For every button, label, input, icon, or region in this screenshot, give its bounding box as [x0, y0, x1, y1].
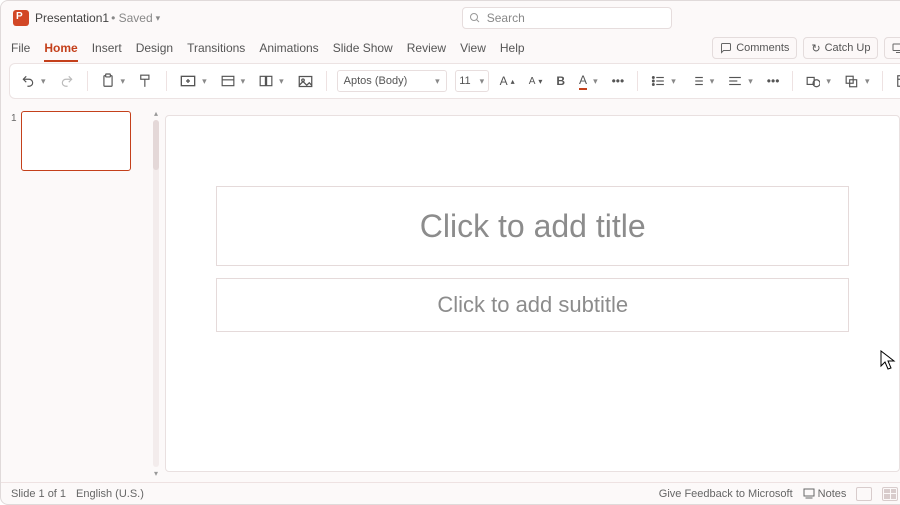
notes-label: Notes [818, 488, 847, 500]
search-icon [469, 12, 481, 24]
menu-bar: File Home Insert Design Transitions Anim… [1, 35, 900, 61]
slide-number: 1 [11, 113, 17, 124]
tab-slideshow[interactable]: Slide Show [333, 39, 393, 57]
section-button[interactable]: ▾ [256, 73, 287, 89]
tab-review[interactable]: Review [407, 39, 446, 57]
language-indicator[interactable]: English (U.S.) [76, 488, 144, 500]
save-state[interactable]: • Saved [111, 11, 153, 25]
sorter-view-button[interactable] [882, 487, 898, 501]
present-button[interactable]: Present▾ [884, 37, 900, 59]
slide-indicator[interactable]: Slide 1 of 1 [11, 488, 66, 500]
notes-button[interactable]: Notes [803, 488, 847, 500]
font-size: 11 [459, 75, 470, 87]
status-bar: Slide 1 of 1 English (U.S.) Give Feedbac… [1, 482, 900, 504]
tab-help[interactable]: Help [500, 39, 525, 57]
title-placeholder[interactable]: Click to add title [216, 186, 849, 266]
tab-file[interactable]: File [11, 39, 30, 57]
font-selector[interactable]: Aptos (Body)▾ [337, 70, 447, 92]
picture-button[interactable] [295, 73, 316, 90]
shapes-button[interactable]: ▾ [803, 73, 834, 90]
tab-design[interactable]: Design [136, 39, 173, 57]
feedback-link[interactable]: Give Feedback to Microsoft [659, 488, 793, 500]
redo-button[interactable] [57, 72, 77, 90]
paste-button[interactable]: ▾ [98, 71, 129, 91]
format-painter-button[interactable] [136, 72, 156, 90]
slide-thumbnails: 1 [1, 105, 151, 482]
catchup-button[interactable]: ↻Catch Up [803, 37, 878, 59]
arrange-button[interactable]: ▾ [842, 73, 873, 90]
catchup-label: Catch Up [825, 42, 871, 54]
designer-button[interactable] [893, 72, 900, 90]
chevron-down-icon[interactable]: ▾ [156, 13, 161, 24]
bold-button[interactable]: B [553, 72, 568, 90]
document-name[interactable]: Presentation1 [35, 11, 109, 25]
title-bar: Presentation1 • Saved ▾ Search [1, 1, 900, 35]
new-slide-button[interactable]: ▾ [177, 72, 210, 90]
tab-home[interactable]: Home [44, 39, 77, 57]
search-placeholder: Search [487, 11, 525, 25]
layout-button[interactable]: ▾ [218, 73, 249, 89]
decrease-font-button[interactable]: A▾ [526, 74, 546, 89]
slide-canvas[interactable]: Click to add title Click to add subtitle [165, 115, 900, 472]
slide-1-thumbnail[interactable] [21, 111, 131, 171]
tab-insert[interactable]: Insert [92, 39, 122, 57]
normal-view-button[interactable] [856, 487, 872, 501]
increase-font-button[interactable]: A▴ [497, 72, 518, 90]
tab-view[interactable]: View [460, 39, 486, 57]
font-name: Aptos (Body) [344, 75, 408, 87]
undo-button[interactable]: ▾ [18, 72, 49, 90]
comments-label: Comments [736, 42, 789, 54]
thumbnail-scrollbar[interactable]: ▴▾ [151, 105, 161, 482]
comments-button[interactable]: Comments [712, 37, 797, 59]
search-input[interactable]: Search [462, 7, 672, 29]
align-button[interactable]: ▾ [725, 73, 756, 89]
more-paragraph-button[interactable]: ••• [764, 72, 783, 90]
ribbon: ▾ ▾ ▾ ▾ ▾ Aptos (Body)▾ 11▾ A▴ A▾ B A▾ •… [9, 63, 900, 99]
font-size-selector[interactable]: 11▾ [455, 70, 489, 92]
tab-animations[interactable]: Animations [259, 39, 318, 57]
tab-transitions[interactable]: Transitions [187, 39, 245, 57]
bullets-button[interactable]: ▾ [648, 73, 679, 89]
more-font-button[interactable]: ••• [609, 72, 628, 90]
numbering-button[interactable]: ▾ [687, 73, 718, 89]
font-color-button[interactable]: A▾ [576, 71, 601, 92]
subtitle-placeholder[interactable]: Click to add subtitle [216, 278, 849, 332]
app-icon [13, 10, 29, 26]
